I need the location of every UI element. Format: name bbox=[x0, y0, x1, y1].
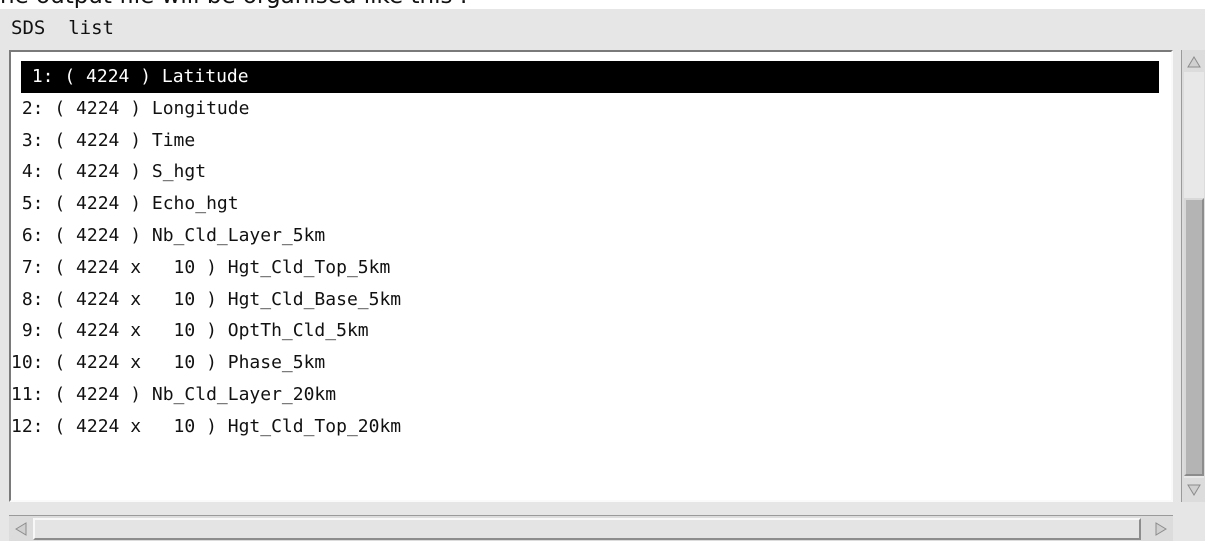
sds-list-item-label: 6: ( 4224 ) Nb_Cld_Layer_5km bbox=[11, 224, 326, 246]
sds-list-item-label: 4: ( 4224 ) S_hgt bbox=[11, 161, 207, 183]
sds-list-items: 1: ( 4224 ) Latitude 2: ( 4224 ) Longitu… bbox=[11, 61, 1171, 443]
triangle-down-icon bbox=[1187, 484, 1201, 496]
sds-list-item-label: 11: ( 4224 ) Nb_Cld_Layer_20km bbox=[11, 383, 337, 405]
triangle-left-icon bbox=[15, 522, 27, 536]
document-header-strip: he output file will be organised like th… bbox=[0, 0, 1205, 9]
sds-list-item[interactable]: 12: ( 4224 x 10 ) Hgt_Cld_Top_20km bbox=[11, 411, 1171, 443]
sds-list-item-label: 10: ( 4224 x 10 ) Phase_5km bbox=[11, 352, 326, 374]
sds-list-item[interactable]: 10: ( 4224 x 10 ) Phase_5km bbox=[11, 347, 1171, 379]
triangle-right-icon bbox=[1155, 522, 1167, 536]
sds-list-item-label: 7: ( 4224 x 10 ) Hgt_Cld_Top_5km bbox=[11, 256, 391, 278]
sds-list-item[interactable]: 3: ( 4224 ) Time bbox=[11, 125, 1171, 157]
sds-list-item[interactable]: 8: ( 4224 x 10 ) Hgt_Cld_Base_5km bbox=[11, 284, 1171, 316]
sds-list-item[interactable]: 9: ( 4224 x 10 ) OptTh_Cld_5km bbox=[11, 315, 1171, 347]
sds-list-item[interactable]: 4: ( 4224 ) S_hgt bbox=[11, 156, 1171, 188]
scroll-left-button[interactable] bbox=[11, 518, 31, 540]
document-text-fragment: he output file will be organised like th… bbox=[0, 0, 468, 9]
sds-listbox[interactable]: 1: ( 4224 ) Latitude 2: ( 4224 ) Longitu… bbox=[9, 50, 1173, 502]
scroll-down-button[interactable] bbox=[1184, 480, 1204, 500]
sds-list-title: SDS list bbox=[11, 17, 114, 39]
vertical-scrollbar[interactable] bbox=[1181, 50, 1205, 502]
sds-list-item-label: 5: ( 4224 ) Echo_hgt bbox=[11, 193, 239, 215]
sds-list-window: he output file will be organised like th… bbox=[0, 0, 1205, 541]
sds-list-item[interactable]: 11: ( 4224 ) Nb_Cld_Layer_20km bbox=[11, 379, 1171, 411]
sds-list-item-label: 1: ( 4224 ) Latitude bbox=[21, 66, 249, 87]
triangle-up-icon bbox=[1187, 56, 1201, 68]
scroll-right-button[interactable] bbox=[1151, 518, 1171, 540]
sds-list-item-label: 9: ( 4224 x 10 ) OptTh_Cld_5km bbox=[11, 320, 369, 342]
sds-list-item-label: 12: ( 4224 x 10 ) Hgt_Cld_Top_20km bbox=[11, 415, 402, 437]
horizontal-scrollbar[interactable] bbox=[9, 515, 1173, 541]
sds-list-item[interactable]: 5: ( 4224 ) Echo_hgt bbox=[11, 188, 1171, 220]
sds-list-item[interactable]: 6: ( 4224 ) Nb_Cld_Layer_5km bbox=[11, 220, 1171, 252]
sds-list-item[interactable]: 1: ( 4224 ) Latitude bbox=[21, 61, 1159, 93]
sds-list-item-label: 3: ( 4224 ) Time bbox=[11, 129, 196, 151]
vertical-scroll-thumb[interactable] bbox=[1184, 198, 1204, 476]
sds-list-item-label: 8: ( 4224 x 10 ) Hgt_Cld_Base_5km bbox=[11, 288, 402, 310]
horizontal-scroll-thumb[interactable] bbox=[33, 518, 1141, 540]
sds-list-item-label: 2: ( 4224 ) Longitude bbox=[11, 97, 250, 119]
sds-list-item[interactable]: 7: ( 4224 x 10 ) Hgt_Cld_Top_5km bbox=[11, 252, 1171, 284]
sds-list-item[interactable]: 2: ( 4224 ) Longitude bbox=[11, 93, 1171, 125]
scroll-up-button[interactable] bbox=[1184, 52, 1204, 72]
